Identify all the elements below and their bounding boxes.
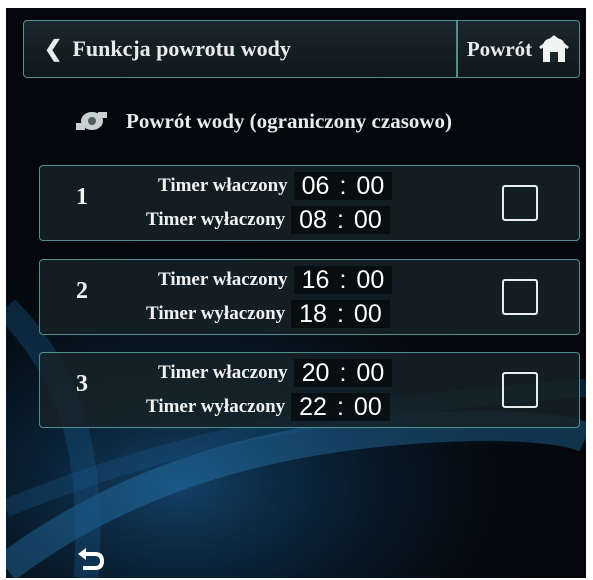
off-hour[interactable]: 08	[299, 206, 327, 235]
timer-on-time[interactable]: 16 : 00	[293, 265, 393, 295]
timer-on-label: Timer właczony	[158, 362, 288, 383]
home-icon	[539, 35, 570, 62]
timer-enable-checkbox[interactable]	[502, 185, 538, 221]
on-hour[interactable]: 20	[302, 359, 330, 388]
timer-off-label: Timer wyłaczony	[146, 303, 286, 324]
timer-index: 1	[76, 184, 88, 210]
timer-off-line: Timer wyłaczony 08 : 00	[146, 206, 390, 234]
off-minute[interactable]: 00	[354, 206, 382, 235]
time-separator: :	[336, 392, 344, 421]
timer-off-time[interactable]: 18 : 00	[291, 300, 390, 328]
off-minute[interactable]: 00	[354, 300, 382, 329]
timer-index: 3	[76, 371, 88, 397]
timer-off-time[interactable]: 22 : 00	[291, 393, 390, 421]
timer-off-label: Timer wyłaczony	[146, 396, 286, 417]
time-separator: :	[336, 205, 344, 234]
home-label: Powrót	[466, 36, 533, 61]
chevron-left-icon: ❮	[44, 36, 63, 61]
timer-off-time[interactable]: 08 : 00	[291, 206, 390, 234]
header-bar: ❮ Funkcja powrotu wody Powrót	[23, 20, 580, 78]
off-hour[interactable]: 18	[299, 300, 327, 329]
section-heading: Powrót wody (ograniczony czasowo)	[74, 106, 452, 136]
time-separator: :	[336, 299, 344, 328]
timer-index: 2	[76, 278, 88, 304]
timer-off-label: Timer wyłaczony	[146, 209, 286, 230]
timer-enable-checkbox[interactable]	[502, 372, 538, 408]
page-title: Funkcja powrotu wody	[72, 36, 291, 61]
timer-row-2: 2 Timer właczony 16 : 00 Timer wyłaczony…	[39, 259, 580, 335]
return-arrow-icon[interactable]	[77, 548, 105, 572]
timer-row-3: 3 Timer właczony 20 : 00 Timer wyłaczony…	[39, 352, 580, 428]
timer-on-time[interactable]: 20 : 00	[293, 358, 393, 388]
timer-on-line: Timer właczony 16 : 00	[158, 265, 393, 295]
off-hour[interactable]: 22	[299, 393, 327, 422]
timer-off-line: Timer wyłaczony 22 : 00	[146, 393, 390, 421]
timer-on-line: Timer właczony 06 : 00	[158, 171, 393, 201]
timer-on-time[interactable]: 06 : 00	[293, 171, 393, 201]
on-minute[interactable]: 00	[356, 266, 384, 295]
timer-enable-checkbox[interactable]	[502, 279, 538, 315]
pump-icon	[76, 112, 107, 130]
timer-row-1: 1 Timer właczony 06 : 00 Timer wyłaczony…	[39, 165, 580, 241]
off-minute[interactable]: 00	[354, 393, 382, 422]
time-separator: :	[339, 171, 347, 200]
back-button[interactable]: ❮ Funkcja powrotu wody	[24, 21, 454, 77]
on-hour[interactable]: 16	[302, 266, 330, 295]
timer-off-line: Timer wyłaczony 18 : 00	[146, 300, 390, 328]
app-screen: ❮ Funkcja powrotu wody Powrót Powrót wod…	[6, 8, 586, 578]
on-hour[interactable]: 06	[302, 172, 330, 201]
timer-on-label: Timer właczony	[158, 269, 288, 290]
timer-on-label: Timer właczony	[158, 175, 288, 196]
timer-on-line: Timer właczony 20 : 00	[158, 358, 393, 388]
on-minute[interactable]: 00	[356, 172, 384, 201]
time-separator: :	[339, 358, 347, 387]
on-minute[interactable]: 00	[356, 359, 384, 388]
time-separator: :	[339, 265, 347, 294]
section-title: Powrót wody (ograniczony czasowo)	[126, 108, 453, 133]
home-button[interactable]: Powrót	[458, 21, 579, 77]
